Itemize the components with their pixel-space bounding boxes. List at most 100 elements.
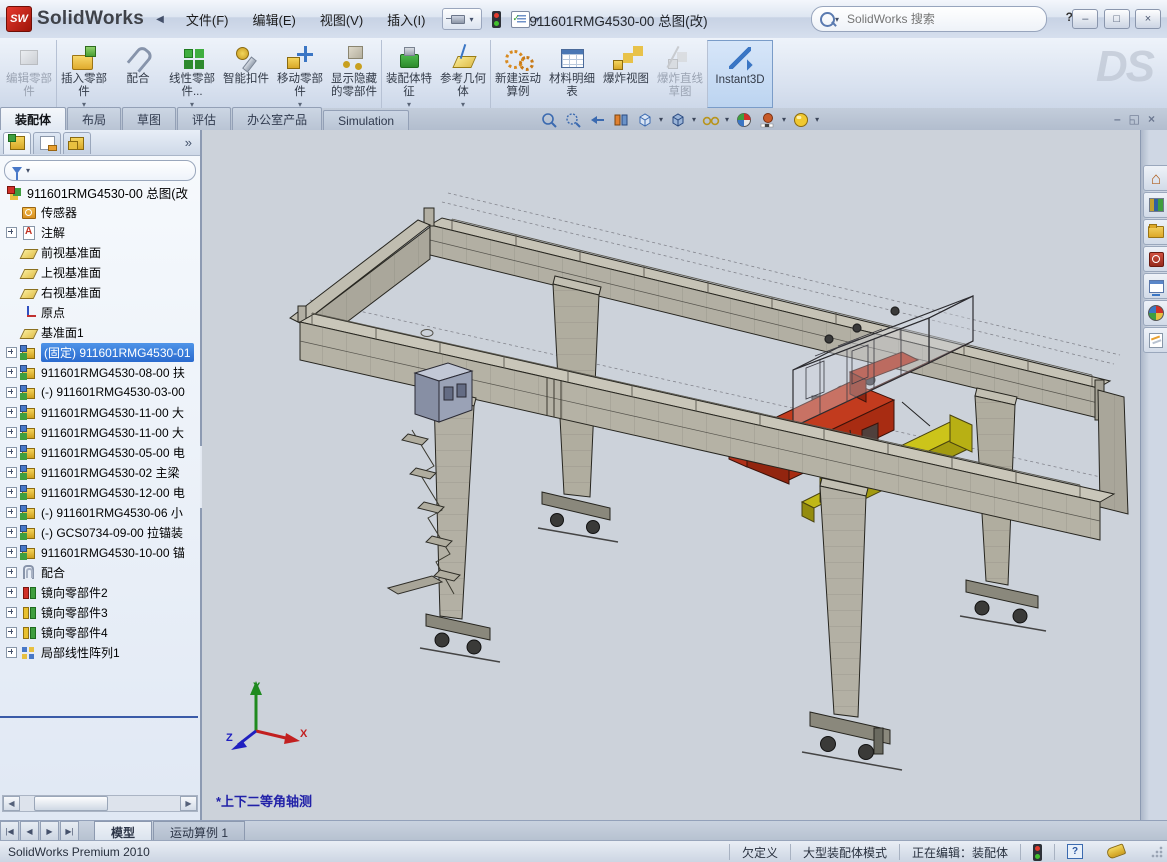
view-settings-caret-icon[interactable]: ▾ [815, 115, 819, 124]
ribbon-button[interactable]: 新建运动算例 ▾ [490, 40, 545, 108]
search-results-icon[interactable] [1143, 246, 1167, 272]
zoom-to-fit-icon[interactable] [538, 110, 559, 129]
tab-nav-button[interactable]: ▶| [60, 821, 79, 841]
tab-configuration-manager[interactable] [63, 132, 91, 154]
tag-icon[interactable] [1106, 844, 1127, 860]
search-caret-icon[interactable]: ▾ [835, 15, 839, 24]
scroll-right-button[interactable]: ▶ [180, 796, 197, 811]
tree-item[interactable]: 上视基准面 [0, 262, 198, 282]
panel-chevron-icon[interactable]: » [185, 135, 192, 150]
expand-box-icon[interactable] [6, 507, 17, 518]
scroll-thumb[interactable] [34, 796, 108, 811]
ribbon-button[interactable]: 线性零部件... ▾ [165, 40, 219, 108]
front-right-leg[interactable] [802, 478, 902, 770]
menu-item[interactable]: 编辑(E) [240, 6, 307, 33]
apply-scene-caret-icon[interactable]: ▾ [782, 115, 786, 124]
scroll-left-button[interactable]: ◀ [3, 796, 20, 811]
solidworks-resources-icon[interactable]: ⌂ [1143, 165, 1167, 191]
command-tab[interactable]: 布局 [67, 107, 121, 130]
expand-box-icon[interactable] [6, 587, 17, 598]
command-tab[interactable]: 评估 [177, 107, 231, 130]
ribbon-button[interactable]: 爆炸视图 ▾ [599, 40, 653, 108]
operator-cabin[interactable] [415, 363, 472, 422]
tab-nav-button[interactable]: ◀ [20, 821, 39, 841]
tab-property-manager[interactable] [33, 132, 61, 154]
close-button[interactable]: × [1135, 9, 1161, 29]
expand-box-icon[interactable] [6, 487, 17, 498]
tree-item[interactable]: 局部线性阵列1 [0, 642, 198, 662]
view-palette-icon[interactable] [1143, 273, 1167, 299]
status-traffic-light-icon[interactable] [1033, 844, 1042, 861]
tree-item[interactable]: 传感器 [0, 202, 198, 222]
tree-item[interactable]: 911601RMG4530-02 主梁 [0, 462, 198, 482]
maximize-button[interactable]: □ [1104, 9, 1130, 29]
apply-scene-icon[interactable] [757, 110, 778, 129]
expand-box-icon[interactable] [6, 567, 17, 578]
tree-item[interactable]: 911601RMG4530-10-00 锚 [0, 542, 198, 562]
doc-close-button[interactable]: × [1148, 112, 1155, 126]
tree-item[interactable]: 原点 [0, 302, 198, 322]
expand-box-icon[interactable] [6, 467, 17, 478]
tree-item[interactable]: (-) 911601RMG4530-03-00 [0, 382, 198, 402]
previous-view-icon[interactable] [586, 110, 607, 129]
command-tab[interactable]: 办公室产品 [232, 107, 322, 130]
hide-show-items-icon[interactable] [700, 110, 721, 129]
graphics-viewport[interactable]: Y X Z *上下二等角轴测 [202, 130, 1140, 820]
filter-caret-icon[interactable]: ▾ [26, 166, 30, 175]
appearances-scenes-icon[interactable] [1143, 300, 1167, 326]
section-view-icon[interactable] [610, 110, 631, 129]
search-input[interactable] [845, 11, 999, 27]
status-help-icon[interactable]: ? [1067, 844, 1083, 859]
expand-box-icon[interactable] [6, 447, 17, 458]
expand-box-icon[interactable] [6, 547, 17, 558]
ribbon-button[interactable]: 材料明细表 ▾ [545, 40, 599, 108]
ribbon-button[interactable]: 插入零部件 ▾ [56, 40, 111, 108]
view-orientation-icon[interactable] [634, 110, 655, 129]
expand-box-icon[interactable] [6, 387, 17, 398]
tab-nav-button[interactable]: |◀ [0, 821, 19, 841]
display-style-caret-icon[interactable]: ▾ [692, 115, 696, 124]
tree-item[interactable]: 右视基准面 [0, 282, 198, 302]
tree-item[interactable]: 911601RMG4530-12-00 电 [0, 482, 198, 502]
tree-root-item[interactable]: 911601RMG4530-00 总图(改 [0, 182, 198, 202]
tree-item[interactable]: 911601RMG4530-05-00 电 [0, 442, 198, 462]
ribbon-button[interactable]: 编辑零部件 ▾ [2, 40, 56, 108]
zoom-to-area-icon[interactable] [562, 110, 583, 129]
file-explorer-icon[interactable] [1143, 219, 1167, 245]
menu-item[interactable]: 文件(F) [174, 6, 241, 33]
tree-item[interactable]: (-) 911601RMG4530-06 小 [0, 502, 198, 522]
tree-horizontal-scrollbar[interactable]: ◀ ▶ [2, 795, 198, 812]
edit-appearance-icon[interactable] [733, 110, 754, 129]
tab-nav-button[interactable]: ▶ [40, 821, 59, 841]
ribbon-button[interactable]: 显示隐藏的零部件 ▾ [327, 40, 381, 108]
expand-box-icon[interactable] [6, 427, 17, 438]
tab-feature-tree[interactable] [3, 132, 31, 154]
tree-item[interactable]: 911601RMG4530-08-00 扶 [0, 362, 198, 382]
tree-item[interactable]: 镜向零部件4 [0, 622, 198, 642]
expand-box-icon[interactable] [6, 607, 17, 618]
command-tab[interactable]: 草图 [122, 107, 176, 130]
ribbon-button[interactable]: Instant3D ▾ [707, 40, 773, 108]
view-orientation-caret-icon[interactable]: ▾ [659, 115, 663, 124]
ribbon-button[interactable]: 配合 ▾ [111, 40, 165, 108]
menu-collapse-arrow-icon[interactable]: ◀ [156, 14, 164, 25]
ribbon-button[interactable]: 移动零部件 ▾ [273, 40, 327, 108]
design-library-icon[interactable] [1143, 192, 1167, 218]
custom-properties-icon[interactable] [1143, 327, 1167, 353]
ribbon-button[interactable]: 参考几何体 ▾ [436, 40, 490, 108]
expand-box-icon[interactable] [6, 227, 17, 238]
command-tab[interactable]: Simulation [323, 110, 409, 130]
resize-grip[interactable] [1151, 846, 1163, 858]
expand-box-icon[interactable] [6, 367, 17, 378]
tree-item[interactable]: 前视基准面 [0, 242, 198, 262]
tree-item[interactable]: 配合 [0, 562, 198, 582]
ribbon-button[interactable]: 爆炸直线草图 ▾ [653, 40, 707, 108]
minimize-button[interactable]: – [1072, 9, 1098, 29]
tree-item[interactable]: 镜向零部件2 [0, 582, 198, 602]
tree-item[interactable]: 911601RMG4530-11-00 大 [0, 402, 198, 422]
doc-minimize-button[interactable]: – [1114, 112, 1121, 126]
expand-box-icon[interactable] [6, 347, 17, 358]
hide-show-caret-icon[interactable]: ▾ [725, 115, 729, 124]
tree-item[interactable]: 基准面1 [0, 322, 198, 342]
doc-restore-button[interactable]: ◱ [1129, 112, 1140, 126]
